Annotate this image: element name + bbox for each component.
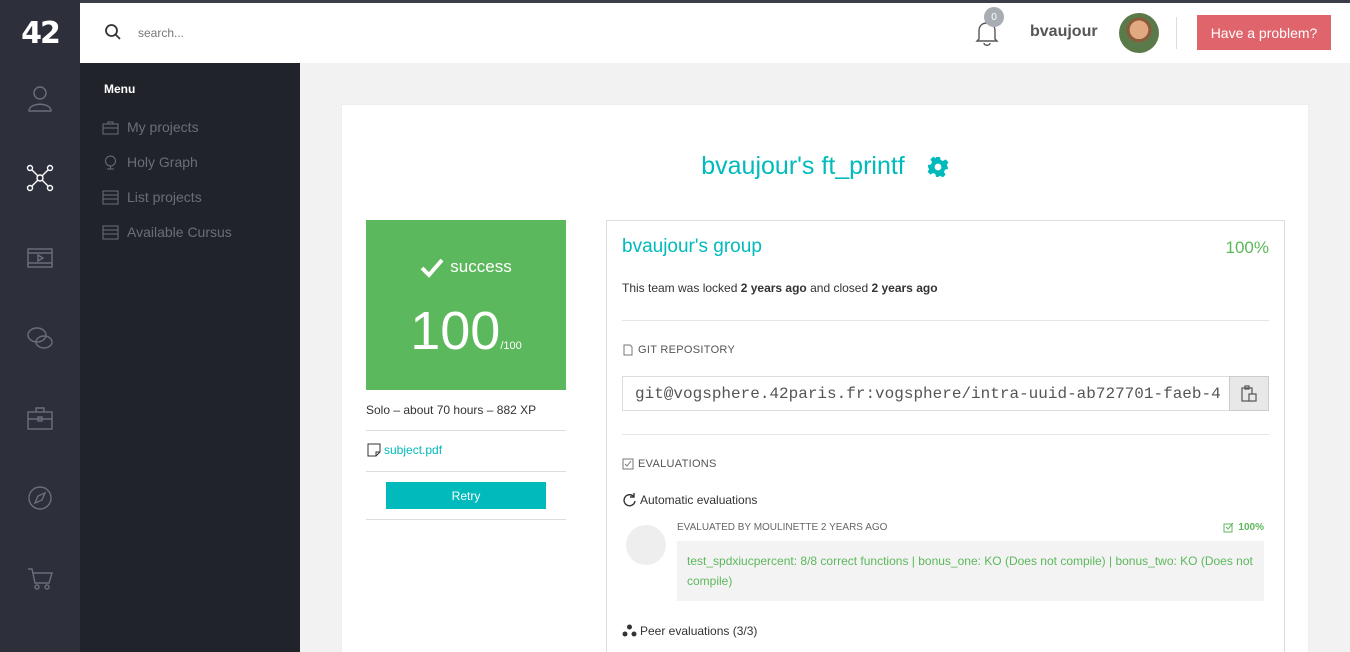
have-a-problem-button[interactable]: Have a problem? [1197,15,1331,50]
clipboard-icon [1241,384,1257,402]
divider [622,320,1269,321]
search-input[interactable] [138,21,438,45]
subject-link[interactable]: subject.pdf [366,442,442,458]
page-title: bvaujour's ft_printf [341,152,1309,181]
git-repository-label: GIT REPOSITORY [622,344,735,356]
closed-prefix: and closed [806,281,872,295]
evaluation-result: test_spdxiucpercent: 8/8 correct functio… [677,541,1264,601]
locked-time: 2 years ago [740,281,807,295]
top-header: 0 bvaujour Have a problem? [80,3,1350,63]
logo-42[interactable]: 42 [0,3,80,63]
subject-link-text: subject.pdf [384,443,443,457]
menu-item-label: Available Cursus [127,224,232,240]
gear-icon[interactable] [927,156,949,178]
avatar[interactable] [1119,13,1159,53]
menu-item-my-projects[interactable]: My projects [102,117,199,137]
status-box: success 100/100 [366,220,566,390]
locked-prefix: This team was locked [622,281,741,295]
search-icon [105,24,121,40]
header-divider [1176,17,1177,49]
evaluations-label: EVALUATIONS [622,458,717,470]
menu-item-holy-graph[interactable]: Holy Graph [102,152,198,172]
username[interactable]: bvaujour [1030,23,1098,41]
checkbox-icon [622,458,634,470]
status-label: success [366,256,566,278]
group-percent: 100% [1225,238,1269,257]
git-repository-url[interactable]: git@vogsphere.42paris.fr:vogsphere/intra… [622,376,1230,411]
menu-item-label: List projects [127,189,202,205]
closed-time: 2 years ago [871,281,938,295]
check-icon [420,258,444,278]
project-meta: Solo – about 70 hours – 882 XP [366,403,537,417]
menu-item-available-cursus[interactable]: Available Cursus [102,222,232,242]
divider [366,471,566,472]
automatic-evaluations-heading: Automatic evaluations [622,492,757,507]
score-value: 100 [410,301,501,361]
icon-rail: 42 [0,0,80,652]
globe-icon [105,155,116,169]
divider [366,519,566,520]
copy-button[interactable] [1229,376,1269,411]
list-icon [102,190,119,204]
compass-icon[interactable] [20,478,60,518]
side-menu: Menu My projects Holy Graph List project… [80,63,300,652]
menu-item-list-projects[interactable]: List projects [102,187,202,207]
refresh-icon [623,493,636,507]
chat-icon[interactable] [20,318,60,358]
list-icon [102,225,119,239]
check-square-icon [1223,522,1234,533]
evaluation-percent-text: 100% [1238,522,1264,533]
status-text: success [450,257,512,276]
retry-button[interactable]: Retry [386,482,546,509]
user-icon[interactable] [20,78,60,118]
briefcase-icon [102,121,119,134]
group-title[interactable]: bvaujour's group [622,236,762,258]
briefcase-icon[interactable] [20,398,60,438]
evaluator-avatar [626,525,666,565]
video-icon[interactable] [20,238,60,278]
shop-icon[interactable] [20,558,60,598]
menu-title: Menu [104,82,136,96]
automatic-evaluations-text: Automatic evaluations [640,492,758,507]
users-icon [622,624,637,637]
project-title: bvaujour's ft_printf [701,152,905,180]
team-lock-info: This team was locked 2 years ago and clo… [622,281,938,295]
menu-item-label: My projects [127,119,199,135]
menu-item-label: Holy Graph [127,154,198,170]
evaluations-label-text: EVALUATIONS [638,458,717,470]
file-icon [623,344,633,356]
peer-evaluations-text: Peer evaluations (3/3) [640,623,758,638]
holy-graph-icon[interactable] [20,158,60,198]
file-icon [367,443,381,457]
notification-badge: 0 [984,7,1004,27]
final-score: 100/100 [366,300,566,362]
divider [622,434,1269,435]
git-label-text: GIT REPOSITORY [638,344,736,356]
divider [366,430,566,431]
score-max: /100 [500,340,522,352]
evaluated-by: EVALUATED BY MOULINETTE 2 YEARS AGO [677,522,888,533]
evaluation-percent: 100% [1200,522,1264,533]
peer-evaluations-heading: Peer evaluations (3/3) [622,623,757,638]
